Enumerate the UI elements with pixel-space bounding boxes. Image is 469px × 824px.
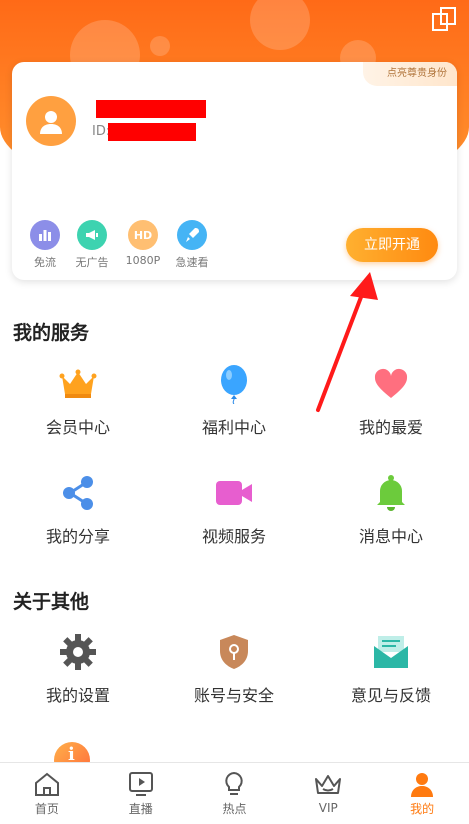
- tab-label: 我的: [410, 801, 435, 816]
- balloon-icon: [212, 364, 256, 404]
- tab-vip[interactable]: VIP: [281, 763, 375, 824]
- redacted-username: [96, 100, 206, 118]
- service-welfare-center[interactable]: 福利中心: [156, 364, 312, 438]
- bar-chart-icon: [30, 220, 60, 250]
- person-icon: [411, 772, 434, 797]
- bottom-tab-bar: 首页 直播 热点 VIP 我的: [0, 762, 469, 824]
- tab-label: 直播: [128, 801, 153, 816]
- other-label: 意见与反馈: [350, 686, 431, 705]
- service-label: 消息中心: [358, 527, 423, 546]
- services-section-title: 我的服务: [13, 322, 90, 344]
- open-membership-button[interactable]: 立即开通: [346, 228, 438, 262]
- other-section-title: 关于其他: [13, 591, 90, 613]
- member-card: 点亮尊贵身份 ID: 免流 无广告 HD 1080P 急速看 立即开通: [12, 62, 457, 280]
- service-member-center[interactable]: 会员中心: [0, 364, 156, 438]
- service-label: 视频服务: [201, 527, 266, 546]
- gear-icon: [56, 632, 100, 672]
- play-tv-icon: [128, 771, 153, 796]
- perk-label: 无广告: [75, 256, 109, 269]
- tab-mine[interactable]: 我的: [375, 763, 469, 824]
- service-my-share[interactable]: 我的分享: [0, 473, 156, 547]
- perk-no-ads[interactable]: 无广告: [72, 220, 112, 270]
- crown-outline-icon: [315, 775, 342, 794]
- tab-live[interactable]: 直播: [94, 763, 188, 824]
- perk-1080p[interactable]: HD 1080P: [123, 220, 163, 267]
- tab-label: VIP: [318, 801, 338, 815]
- avatar-person-icon: [40, 111, 62, 134]
- copy-icon[interactable]: [431, 6, 457, 32]
- other-label: 我的设置: [45, 686, 110, 705]
- vip-tag[interactable]: 点亮尊贵身份: [363, 62, 457, 86]
- perk-label: 免流: [34, 256, 56, 269]
- tab-label: 热点: [222, 801, 247, 816]
- avatar[interactable]: [26, 96, 76, 146]
- share-icon: [56, 473, 100, 513]
- feedback-mail-icon: [369, 632, 413, 672]
- perk-label: 1080P: [125, 254, 161, 267]
- tab-home[interactable]: 首页: [0, 763, 94, 824]
- video-camera-icon: [212, 473, 256, 513]
- app-screen: 点亮尊贵身份 ID: 免流 无广告 HD 1080P 急速看 立即开通 我的服务…: [0, 0, 469, 824]
- service-favorites[interactable]: 我的最爱: [313, 364, 469, 438]
- redacted-user-id: [108, 123, 196, 141]
- perk-fast-watch[interactable]: 急速看: [172, 220, 212, 270]
- rocket-icon: [177, 220, 207, 250]
- perk-data-free[interactable]: 免流: [25, 220, 65, 270]
- other-account-security[interactable]: 账号与安全: [156, 632, 312, 706]
- service-label: 我的最爱: [358, 418, 423, 437]
- perk-label: 急速看: [175, 256, 209, 269]
- home-icon: [34, 772, 59, 796]
- tab-hot[interactable]: 热点: [188, 763, 282, 824]
- hd-icon: HD: [128, 220, 158, 250]
- service-video[interactable]: 视频服务: [156, 473, 312, 547]
- other-label: 账号与安全: [193, 686, 274, 705]
- crown-icon: [56, 364, 100, 404]
- other-feedback[interactable]: 意见与反馈: [313, 632, 469, 706]
- other-settings[interactable]: 我的设置: [0, 632, 156, 706]
- service-label: 福利中心: [201, 418, 266, 437]
- shield-icon: [212, 632, 256, 672]
- service-label: 会员中心: [45, 418, 110, 437]
- heart-icon: [369, 364, 413, 404]
- megaphone-icon: [77, 220, 107, 250]
- bell-icon: [369, 473, 413, 513]
- lightbulb-icon: [225, 771, 244, 795]
- service-label: 我的分享: [45, 527, 110, 546]
- tab-label: 首页: [34, 801, 59, 816]
- service-message-center[interactable]: 消息中心: [313, 473, 469, 547]
